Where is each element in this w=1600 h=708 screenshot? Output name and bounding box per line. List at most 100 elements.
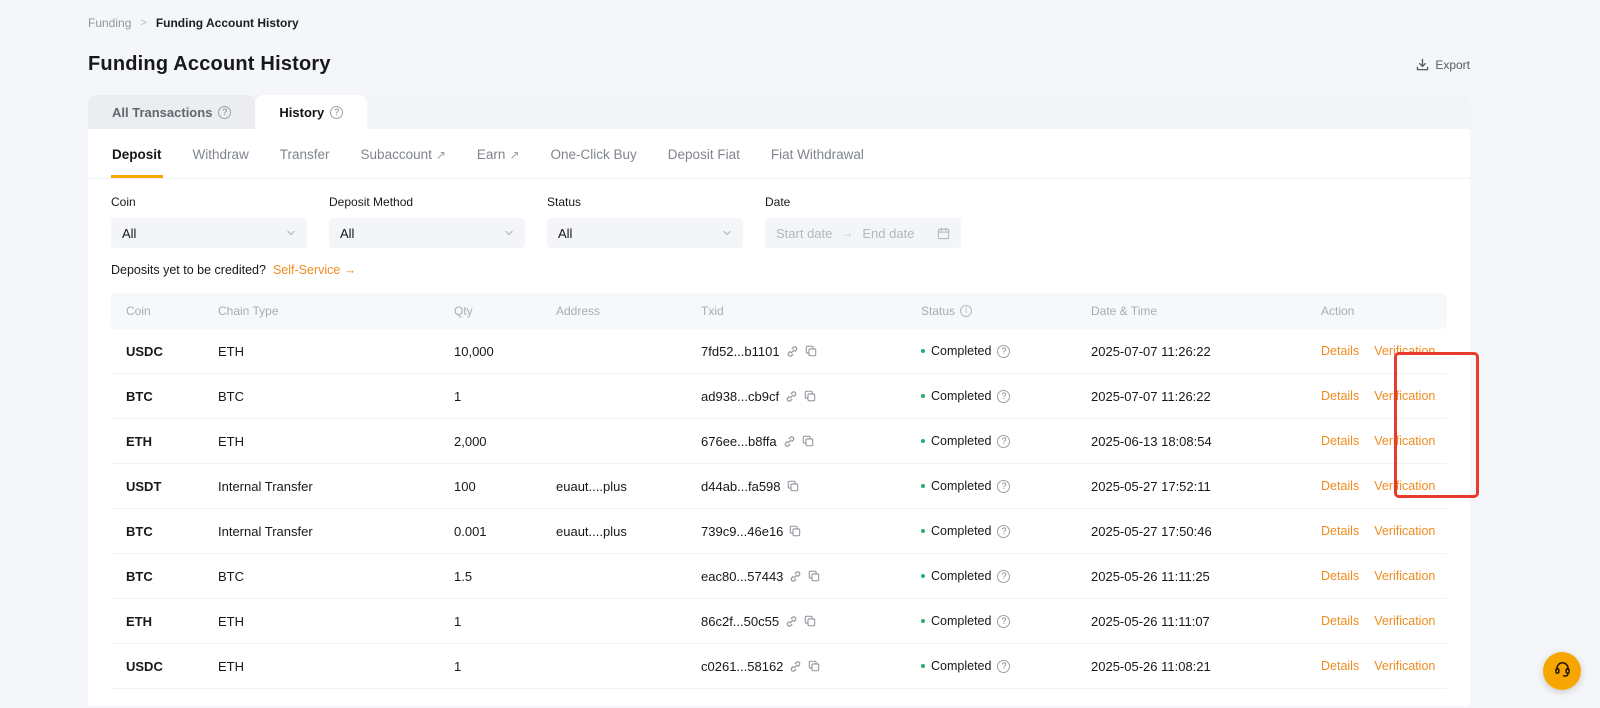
table-row: USDC ETH 10,000 7fd52...b1101 Completed … [111,329,1447,374]
verification-link[interactable]: Verification [1374,389,1435,403]
details-link[interactable]: Details [1321,659,1359,673]
column-header-action: Action [1321,304,1447,318]
column-header-coin: Coin [126,304,218,318]
status-dot-icon [921,439,925,443]
subtab-label: Fiat Withdrawal [771,147,864,162]
subtabs: Deposit Withdraw Transfer Subaccount ↗ E… [88,129,1470,179]
info-icon[interactable]: i [960,305,972,317]
filter-status-label: Status [547,195,743,209]
cell-datetime: 2025-05-26 11:11:25 [1091,569,1321,584]
tab-label: History [279,105,324,120]
cell-qty: 1 [454,614,556,629]
details-link[interactable]: Details [1321,389,1359,403]
verification-link[interactable]: Verification [1374,479,1435,493]
breadcrumb-current: Funding Account History [156,16,299,30]
status-label: Completed [931,434,991,448]
verification-link[interactable]: Verification [1374,659,1435,673]
cell-datetime: 2025-05-27 17:50:46 [1091,524,1321,539]
breadcrumb: Funding > Funding Account History [88,0,1470,30]
help-icon[interactable]: ? [330,106,343,119]
status-label: Completed [931,569,991,583]
breadcrumb-parent[interactable]: Funding [88,16,131,30]
txid-link-icon[interactable] [786,345,799,358]
column-header-txid: Txid [701,304,921,318]
subtab-deposit[interactable]: Deposit [111,129,163,178]
filter-status: Status All [547,195,743,248]
subtab-label: Deposit Fiat [668,147,740,162]
coin-select[interactable]: All [111,218,307,248]
txid-link-icon[interactable] [789,570,802,583]
details-link[interactable]: Details [1321,479,1359,493]
copy-icon[interactable] [804,390,816,402]
subtab-earn[interactable]: Earn ↗ [476,129,521,178]
verification-link[interactable]: Verification [1374,569,1435,583]
subtab-fiat-withdrawal[interactable]: Fiat Withdrawal [770,129,865,178]
txid-link-icon[interactable] [785,615,798,628]
subtab-label: Transfer [280,147,330,162]
copy-icon[interactable] [802,435,814,447]
details-link[interactable]: Details [1321,569,1359,583]
support-chat-button[interactable] [1543,652,1581,690]
status-label: Completed [931,344,991,358]
cell-txid: d44ab...fa598 [701,479,921,494]
copy-icon[interactable] [808,660,820,672]
status-help-icon[interactable]: ? [997,390,1010,403]
subtab-transfer[interactable]: Transfer [279,129,331,178]
cell-chain-type: BTC [218,569,454,584]
filters: Coin All Deposit Method All St [88,179,1470,248]
cell-actions: Details Verification [1321,479,1447,493]
txid-text: ad938...cb9cf [701,389,779,404]
download-icon [1416,58,1429,71]
subtab-withdraw[interactable]: Withdraw [192,129,250,178]
verification-link[interactable]: Verification [1374,344,1435,358]
subtab-deposit-fiat[interactable]: Deposit Fiat [667,129,741,178]
status-help-icon[interactable]: ? [997,570,1010,583]
cell-status: Completed ? [921,569,1091,583]
date-range-picker[interactable]: Start date → End date [765,218,961,248]
details-link[interactable]: Details [1321,524,1359,538]
txid-link-icon[interactable] [783,435,796,448]
external-link-icon: ↗ [436,148,446,162]
subtab-label: Withdraw [193,147,249,162]
verification-link[interactable]: Verification [1374,524,1435,538]
tab-history[interactable]: History ? [255,95,367,129]
export-button[interactable]: Export [1416,58,1470,72]
status-help-icon[interactable]: ? [997,525,1010,538]
copy-icon[interactable] [789,525,801,537]
copy-icon[interactable] [804,615,816,627]
tab-all-transactions[interactable]: All Transactions ? [88,95,255,129]
cell-status: Completed ? [921,344,1091,358]
subtab-subaccount[interactable]: Subaccount ↗ [360,129,447,178]
cell-txid: ad938...cb9cf [701,389,921,404]
status-label: Completed [931,659,991,673]
deposit-method-select-value: All [340,226,354,241]
details-link[interactable]: Details [1321,434,1359,448]
status-select[interactable]: All [547,218,743,248]
status-help-icon[interactable]: ? [997,435,1010,448]
status-help-icon[interactable]: ? [997,345,1010,358]
content-panel: Deposit Withdraw Transfer Subaccount ↗ E… [88,129,1470,706]
cell-txid: 739c9...46e16 [701,524,921,539]
cell-qty: 10,000 [454,344,556,359]
status-help-icon[interactable]: ? [997,660,1010,673]
details-link[interactable]: Details [1321,344,1359,358]
cell-qty: 1 [454,659,556,674]
help-icon[interactable]: ? [218,106,231,119]
status-help-icon[interactable]: ? [997,615,1010,628]
cell-status: Completed ? [921,479,1091,493]
cell-coin: BTC [126,569,218,584]
details-link[interactable]: Details [1321,614,1359,628]
deposit-method-select[interactable]: All [329,218,525,248]
status-dot-icon [921,394,925,398]
filter-coin-label: Coin [111,195,307,209]
copy-icon[interactable] [808,570,820,582]
subtab-one-click-buy[interactable]: One-Click Buy [550,129,638,178]
copy-icon[interactable] [787,480,799,492]
status-help-icon[interactable]: ? [997,480,1010,493]
txid-link-icon[interactable] [789,660,802,673]
copy-icon[interactable] [805,345,817,357]
verification-link[interactable]: Verification [1374,614,1435,628]
self-service-link[interactable]: Self-Service → [273,263,356,277]
txid-link-icon[interactable] [785,390,798,403]
verification-link[interactable]: Verification [1374,434,1435,448]
